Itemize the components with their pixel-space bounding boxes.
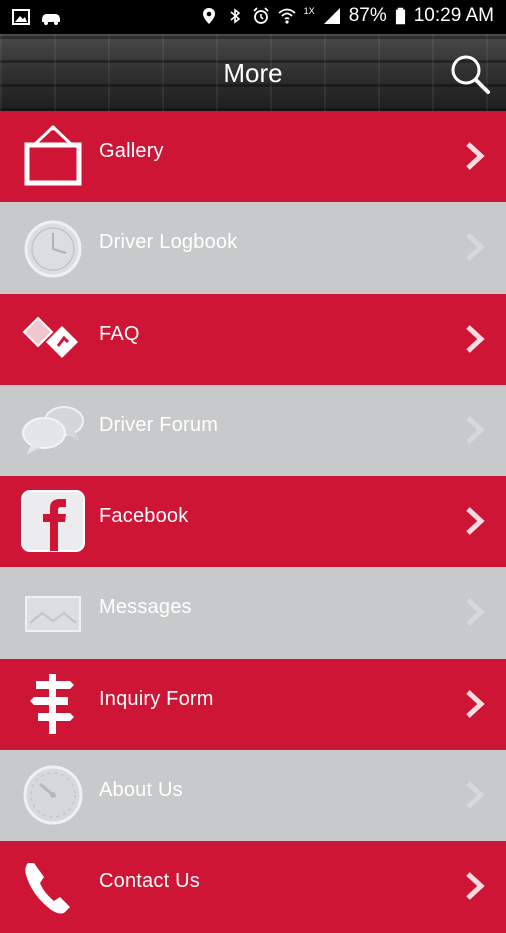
chevron-right-icon — [466, 872, 485, 901]
status-bar: 1X 87% 10:29 AM — [0, 0, 506, 34]
chevron-right-icon — [466, 233, 485, 262]
menu-item-faq[interactable]: FAQ — [0, 293, 506, 385]
menu-item-inquiry-form[interactable]: Inquiry Form — [0, 658, 506, 751]
status-right: 1X 87% 10:29 AM — [200, 5, 494, 27]
menu-item-label: Inquiry Form — [99, 687, 214, 710]
chevron-right-icon — [466, 689, 485, 718]
bluetooth-icon — [230, 8, 240, 24]
menu-item-label: Driver Logbook — [99, 231, 238, 254]
chat-bubbles-icon — [22, 405, 84, 455]
search-icon[interactable] — [448, 52, 492, 96]
menu-item-driver-logbook[interactable]: Driver Logbook — [0, 202, 506, 294]
faq-diamond-icon — [22, 316, 78, 358]
menu-item-label: Driver Forum — [99, 413, 219, 436]
status-left-icons — [12, 8, 62, 26]
menu-item-label: Gallery — [99, 140, 164, 162]
chevron-right-icon — [466, 324, 485, 353]
alarm-icon — [253, 7, 269, 24]
menu-item-messages[interactable]: Messages — [0, 567, 506, 659]
facebook-icon — [21, 490, 85, 553]
menu-list: Gallery Driver Logbook FAQ Driver Forum … — [0, 111, 506, 933]
menu-item-facebook[interactable]: Facebook — [0, 476, 506, 568]
signpost-icon — [30, 673, 74, 734]
location-icon — [202, 8, 215, 24]
chevron-right-icon — [466, 142, 485, 170]
envelope-icon — [25, 596, 81, 633]
menu-item-driver-forum[interactable]: Driver Forum — [0, 384, 506, 477]
phone-icon — [25, 863, 70, 914]
menu-item-about-us[interactable]: About Us — [0, 750, 506, 842]
menu-item-label: Contact Us — [99, 870, 200, 893]
app-header: More — [0, 34, 506, 111]
clock-icon — [24, 220, 82, 278]
chevron-right-icon — [466, 507, 485, 536]
page-title: More — [223, 58, 283, 88]
signal-icon — [323, 8, 340, 24]
menu-item-label: About Us — [99, 779, 183, 802]
battery-icon — [395, 7, 405, 25]
menu-item-contact-us[interactable]: Contact Us — [0, 841, 506, 933]
menu-item-label: Messages — [99, 596, 192, 619]
menu-item-gallery[interactable]: Gallery — [0, 111, 506, 203]
game-notification-icon — [42, 14, 60, 25]
network-type-badge: 1X — [303, 6, 315, 16]
chevron-right-icon — [466, 598, 485, 627]
picture-frame-icon — [24, 125, 82, 186]
menu-item-label: FAQ — [99, 322, 140, 345]
gauge-icon — [23, 765, 83, 825]
image-notification-icon — [12, 9, 30, 25]
chevron-right-icon — [466, 781, 485, 809]
battery-percent: 87% — [348, 5, 387, 26]
menu-item-label: Facebook — [99, 505, 189, 528]
chevron-right-icon — [466, 416, 485, 444]
wifi-icon — [278, 8, 296, 24]
clock-time: 10:29 AM — [413, 5, 494, 26]
